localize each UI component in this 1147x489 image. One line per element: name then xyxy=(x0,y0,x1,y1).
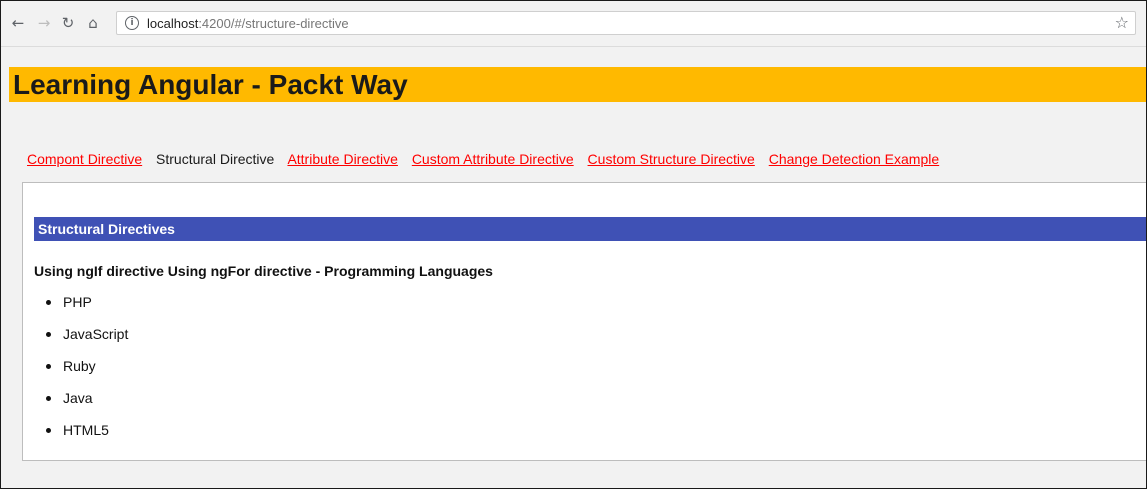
star-icon[interactable]: ☆ xyxy=(1115,14,1129,32)
app-header: Learning Angular - Packt Way xyxy=(9,67,1146,102)
bullet-icon xyxy=(46,300,51,305)
browser-window: ← → ↻ ⌂ i localhost:4200/#/structure-dir… xyxy=(0,0,1147,489)
directive-nav: Compont Directive Structural Directive A… xyxy=(27,151,949,167)
forward-arrow-icon[interactable]: → xyxy=(35,14,53,32)
url-path: :4200/#/structure-directive xyxy=(198,16,349,31)
bullet-icon xyxy=(46,332,51,337)
content-panel: Structural Directives Using ngIf directi… xyxy=(22,182,1146,461)
nav-link-custom-attribute-directive[interactable]: Custom Attribute Directive xyxy=(412,151,574,167)
home-icon[interactable]: ⌂ xyxy=(84,14,102,32)
list-item: Ruby xyxy=(34,358,128,374)
reload-icon[interactable]: ↻ xyxy=(59,14,77,32)
back-arrow-icon[interactable]: ← xyxy=(9,14,27,32)
list-item: PHP xyxy=(34,294,128,310)
list-item-label: Ruby xyxy=(63,358,96,374)
info-icon[interactable]: i xyxy=(125,16,139,30)
address-bar[interactable]: i localhost:4200/#/structure-directive ☆ xyxy=(116,11,1136,35)
bullet-icon xyxy=(46,396,51,401)
list-item-label: PHP xyxy=(63,294,92,310)
nav-link-custom-structure-directive[interactable]: Custom Structure Directive xyxy=(588,151,755,167)
languages-list: PHP JavaScript Ruby Java HTML5 xyxy=(34,294,128,454)
browser-toolbar: ← → ↻ ⌂ i localhost:4200/#/structure-dir… xyxy=(1,1,1146,47)
nav-link-compont-directive[interactable]: Compont Directive xyxy=(27,151,142,167)
section-title: Structural Directives xyxy=(38,221,175,237)
nav-link-attribute-directive[interactable]: Attribute Directive xyxy=(287,151,397,167)
list-item: HTML5 xyxy=(34,422,128,438)
list-item: Java xyxy=(34,390,128,406)
list-item-label: Java xyxy=(63,390,93,406)
list-item: JavaScript xyxy=(34,326,128,342)
list-item-label: HTML5 xyxy=(63,422,109,438)
nav-link-structural-directive[interactable]: Structural Directive xyxy=(156,151,274,167)
section-header-bar: Structural Directives xyxy=(34,217,1146,241)
list-item-label: JavaScript xyxy=(63,326,129,342)
nav-link-change-detection-example[interactable]: Change Detection Example xyxy=(769,151,939,167)
bullet-icon xyxy=(46,364,51,369)
url-host: localhost xyxy=(147,16,199,31)
languages-heading: Using ngIf directive Using ngFor directi… xyxy=(34,263,493,279)
bullet-icon xyxy=(46,428,51,433)
url-text[interactable]: localhost:4200/#/structure-directive xyxy=(147,16,349,31)
page-title: Learning Angular - Packt Way xyxy=(13,69,408,100)
